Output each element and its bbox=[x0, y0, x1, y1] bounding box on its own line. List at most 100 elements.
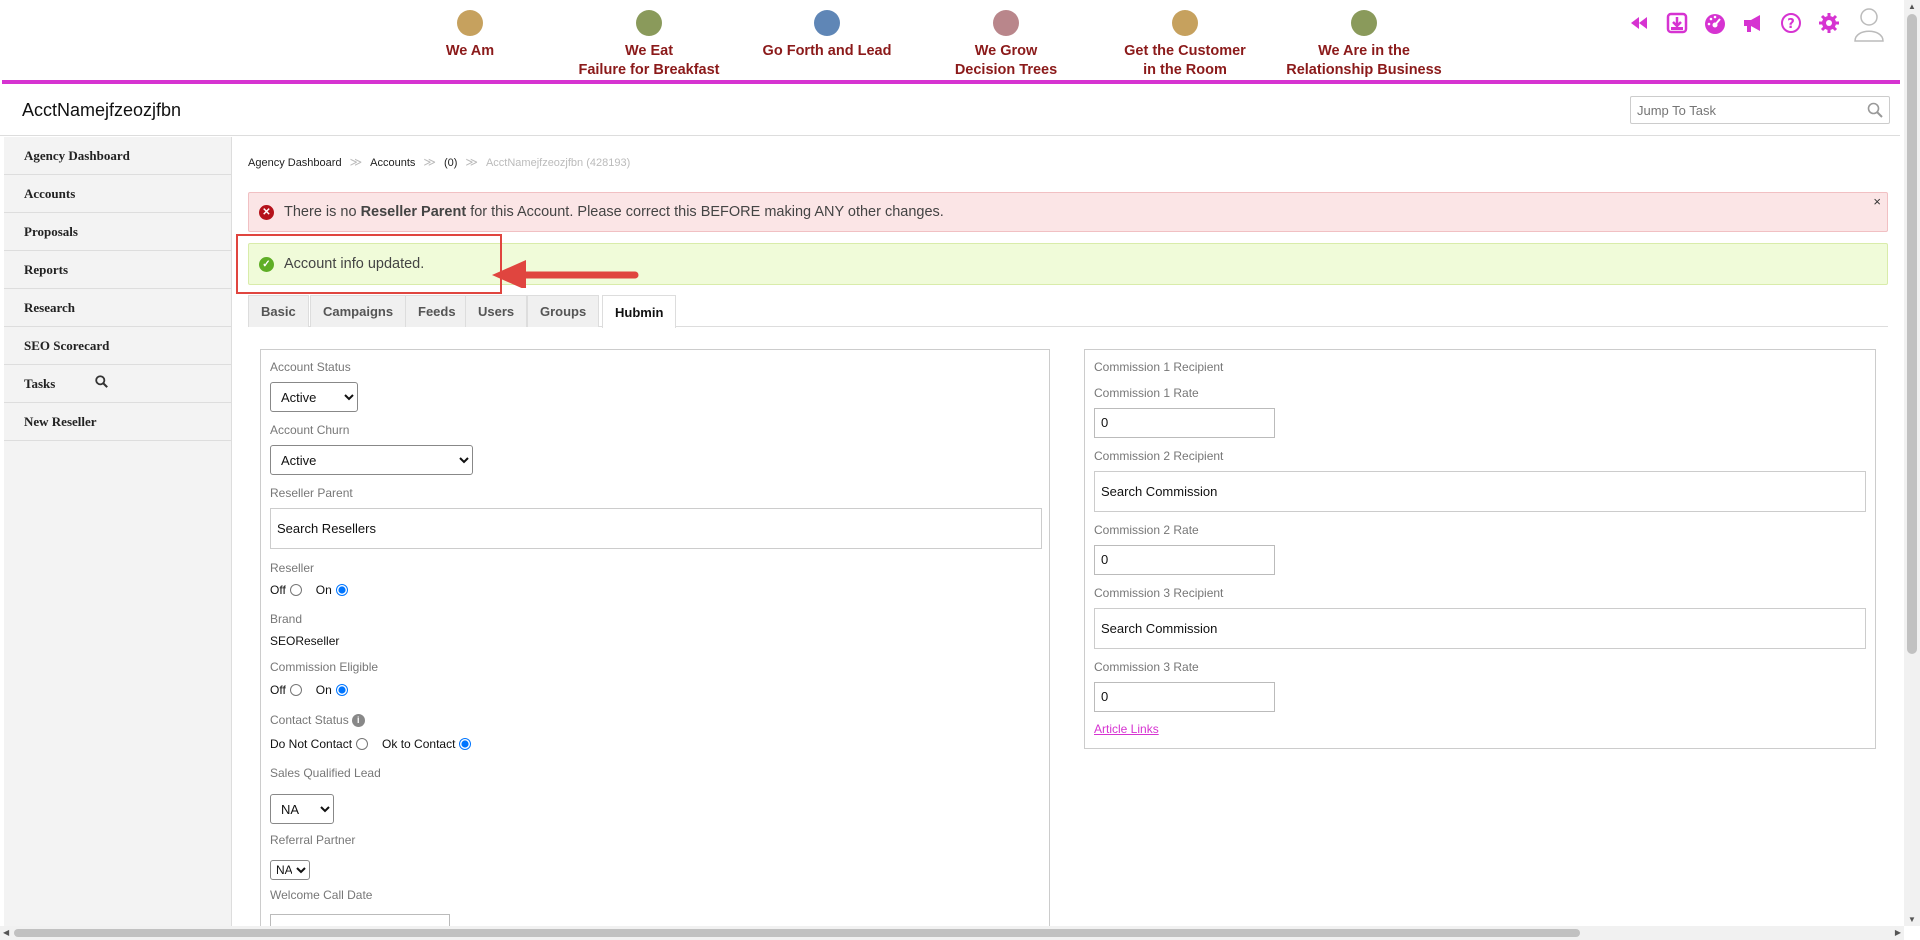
gear-icon[interactable] bbox=[1816, 10, 1842, 36]
tab-label: Groups bbox=[540, 304, 587, 319]
do-not-contact-label: Do Not Contact bbox=[270, 737, 353, 751]
horizontal-scrollbar[interactable]: ◀ ▶ bbox=[0, 926, 1904, 940]
vertical-scroll-thumb[interactable] bbox=[1907, 14, 1917, 654]
user-avatar-icon[interactable] bbox=[1852, 6, 1886, 42]
do-not-contact-radio[interactable] bbox=[356, 738, 369, 750]
search-icon[interactable] bbox=[1867, 102, 1883, 123]
nav-item-we-grow[interactable]: We Grow Decision Trees bbox=[916, 10, 1096, 80]
commission-2-rate-label: Commission 2 Rate bbox=[1094, 523, 1199, 537]
annotation-arrow-icon bbox=[490, 258, 640, 293]
contact-status-label-text: Contact Status bbox=[270, 713, 349, 727]
sidebar-item-reports[interactable]: Reports bbox=[4, 251, 231, 289]
breadcrumb-link[interactable]: Accounts bbox=[370, 157, 415, 169]
commission-eligible-off-radio[interactable] bbox=[289, 684, 302, 696]
megaphone-icon[interactable] bbox=[1740, 10, 1766, 36]
commission-1-recipient-label: Commission 1 Recipient bbox=[1094, 360, 1224, 374]
tasks-search-icon[interactable] bbox=[95, 375, 109, 392]
info-icon[interactable]: i bbox=[351, 713, 365, 727]
tab-feeds[interactable]: Feeds bbox=[405, 295, 469, 327]
commission-eligible-on-label: On bbox=[315, 683, 332, 697]
commission-eligible-on-radio[interactable] bbox=[335, 684, 348, 696]
nav-label-text: We Eat Failure for Breakfast bbox=[578, 43, 720, 78]
sidebar-item-label: SEO Scorecard bbox=[24, 337, 110, 353]
svg-text:?: ? bbox=[1787, 17, 1795, 32]
commission-3-recipient-label: Commission 3 Recipient bbox=[1094, 586, 1224, 600]
commission-1-rate-input[interactable]: 0 bbox=[1094, 408, 1275, 438]
nav-item-we-eat[interactable]: We Eat Failure for Breakfast bbox=[559, 10, 739, 80]
commission-2-recipient-label: Commission 2 Recipient bbox=[1094, 449, 1224, 463]
sidebar-item-tasks[interactable]: Tasks bbox=[4, 365, 231, 403]
referral-partner-label: Referral Partner bbox=[270, 833, 356, 847]
horizontal-scroll-thumb[interactable] bbox=[14, 929, 1580, 937]
sidebar-item-label: Agency Dashboard bbox=[24, 147, 130, 163]
scroll-down-icon[interactable]: ▼ bbox=[1908, 915, 1916, 924]
nav-dot-icon bbox=[1351, 10, 1377, 36]
commission-3-rate-input[interactable]: 0 bbox=[1094, 682, 1275, 712]
error-text-bold: Reseller Parent bbox=[360, 204, 467, 220]
nav-item-go-forth[interactable]: Go Forth and Lead bbox=[737, 10, 917, 61]
error-icon: ✕ bbox=[259, 204, 274, 220]
reseller-off-label: Off bbox=[270, 583, 286, 597]
tab-users[interactable]: Users bbox=[465, 295, 528, 327]
vertical-scrollbar[interactable]: ▲ ▼ bbox=[1904, 0, 1920, 926]
sidebar-item-new-reseller[interactable]: New Reseller bbox=[4, 403, 231, 441]
commission-eligible-label: Commission Eligible bbox=[270, 660, 379, 674]
nav-label: Go Forth and Lead bbox=[762, 43, 892, 59]
annotation-highlight-box bbox=[236, 234, 502, 294]
article-links-link[interactable]: Article Links bbox=[1094, 722, 1159, 736]
tab-campaigns[interactable]: Campaigns bbox=[310, 295, 407, 327]
sales-qualified-lead-select[interactable]: NA bbox=[270, 794, 334, 824]
contact-status-label: Contact Status i bbox=[270, 713, 365, 727]
dashboard-icon[interactable] bbox=[1702, 10, 1728, 36]
ok-to-contact-radio[interactable] bbox=[459, 738, 472, 750]
commission-2-rate-input[interactable]: 0 bbox=[1094, 545, 1275, 575]
sidebar-item-seo-scorecard[interactable]: SEO Scorecard bbox=[4, 327, 231, 365]
nav-dot-icon bbox=[457, 10, 483, 36]
tab-basic[interactable]: Basic bbox=[248, 295, 309, 327]
ok-to-contact-label: Ok to Contact bbox=[382, 737, 456, 751]
breadcrumb-link[interactable]: (0) bbox=[444, 157, 457, 169]
scroll-up-icon[interactable]: ▲ bbox=[1908, 2, 1916, 11]
referral-partner-select[interactable]: NA bbox=[270, 860, 310, 880]
jump-to-task-input[interactable] bbox=[1631, 97, 1851, 123]
tab-groups[interactable]: Groups bbox=[527, 295, 600, 327]
tab-label: Users bbox=[478, 304, 515, 319]
sidebar-item-proposals[interactable]: Proposals bbox=[4, 213, 231, 251]
commission-3-recipient-search[interactable]: Search Commission bbox=[1094, 608, 1866, 649]
commission-3-rate-label: Commission 3 Rate bbox=[1094, 660, 1199, 674]
sidebar-item-research[interactable]: Research bbox=[4, 289, 231, 327]
account-status-select[interactable]: Active bbox=[270, 382, 358, 412]
sidebar-item-agency-dashboard[interactable]: Agency Dashboard bbox=[4, 137, 231, 175]
sidebar-item-label: Proposals bbox=[24, 223, 78, 239]
close-icon[interactable]: × bbox=[1873, 194, 1881, 209]
reseller-label: Reseller bbox=[270, 561, 315, 575]
nav-item-we-am[interactable]: We Am bbox=[380, 10, 560, 61]
nav-label: We Are in the Relationship Business bbox=[1274, 42, 1454, 80]
nav-label-text: We Grow Decision Trees bbox=[954, 43, 1058, 78]
scroll-left-icon[interactable]: ◀ bbox=[3, 928, 9, 937]
breadcrumb-separator-icon: ≫ bbox=[423, 155, 436, 169]
nav-item-relationship[interactable]: We Are in the Relationship Business bbox=[1274, 10, 1454, 80]
rewind-icon[interactable] bbox=[1626, 10, 1652, 36]
account-title: AcctNamejfzeozjfbn bbox=[22, 100, 182, 120]
sidebar-item-accounts[interactable]: Accounts bbox=[4, 175, 231, 213]
reseller-parent-search[interactable]: Search Resellers bbox=[270, 508, 1042, 549]
commission-2-recipient-search[interactable]: Search Commission bbox=[1094, 471, 1866, 512]
error-text-post: for this Account. Please correct this BE… bbox=[466, 204, 944, 220]
sidebar-item-label: Reports bbox=[24, 261, 69, 277]
nav-label: We Grow Decision Trees bbox=[916, 42, 1096, 80]
breadcrumb-link[interactable]: Agency Dashboard bbox=[248, 157, 342, 169]
help-icon[interactable]: ? bbox=[1778, 10, 1804, 36]
reseller-on-radio[interactable] bbox=[335, 584, 348, 596]
breadcrumb-separator-icon: ≫ bbox=[349, 155, 363, 169]
download-icon[interactable] bbox=[1664, 10, 1690, 36]
scroll-right-icon[interactable]: ▶ bbox=[1895, 928, 1901, 937]
tab-label: Campaigns bbox=[323, 304, 394, 319]
reseller-off-radio[interactable] bbox=[289, 584, 302, 596]
nav-label: We Am bbox=[445, 43, 495, 59]
nav-item-get-customer[interactable]: Get the Customer in the Room bbox=[1095, 10, 1275, 80]
tab-hubmin[interactable]: Hubmin bbox=[602, 295, 677, 328]
commission-eligible-off-label: Off bbox=[270, 683, 286, 697]
account-churn-select[interactable]: Active bbox=[270, 445, 473, 475]
breadcrumb-separator-icon: ≫ bbox=[465, 155, 478, 169]
